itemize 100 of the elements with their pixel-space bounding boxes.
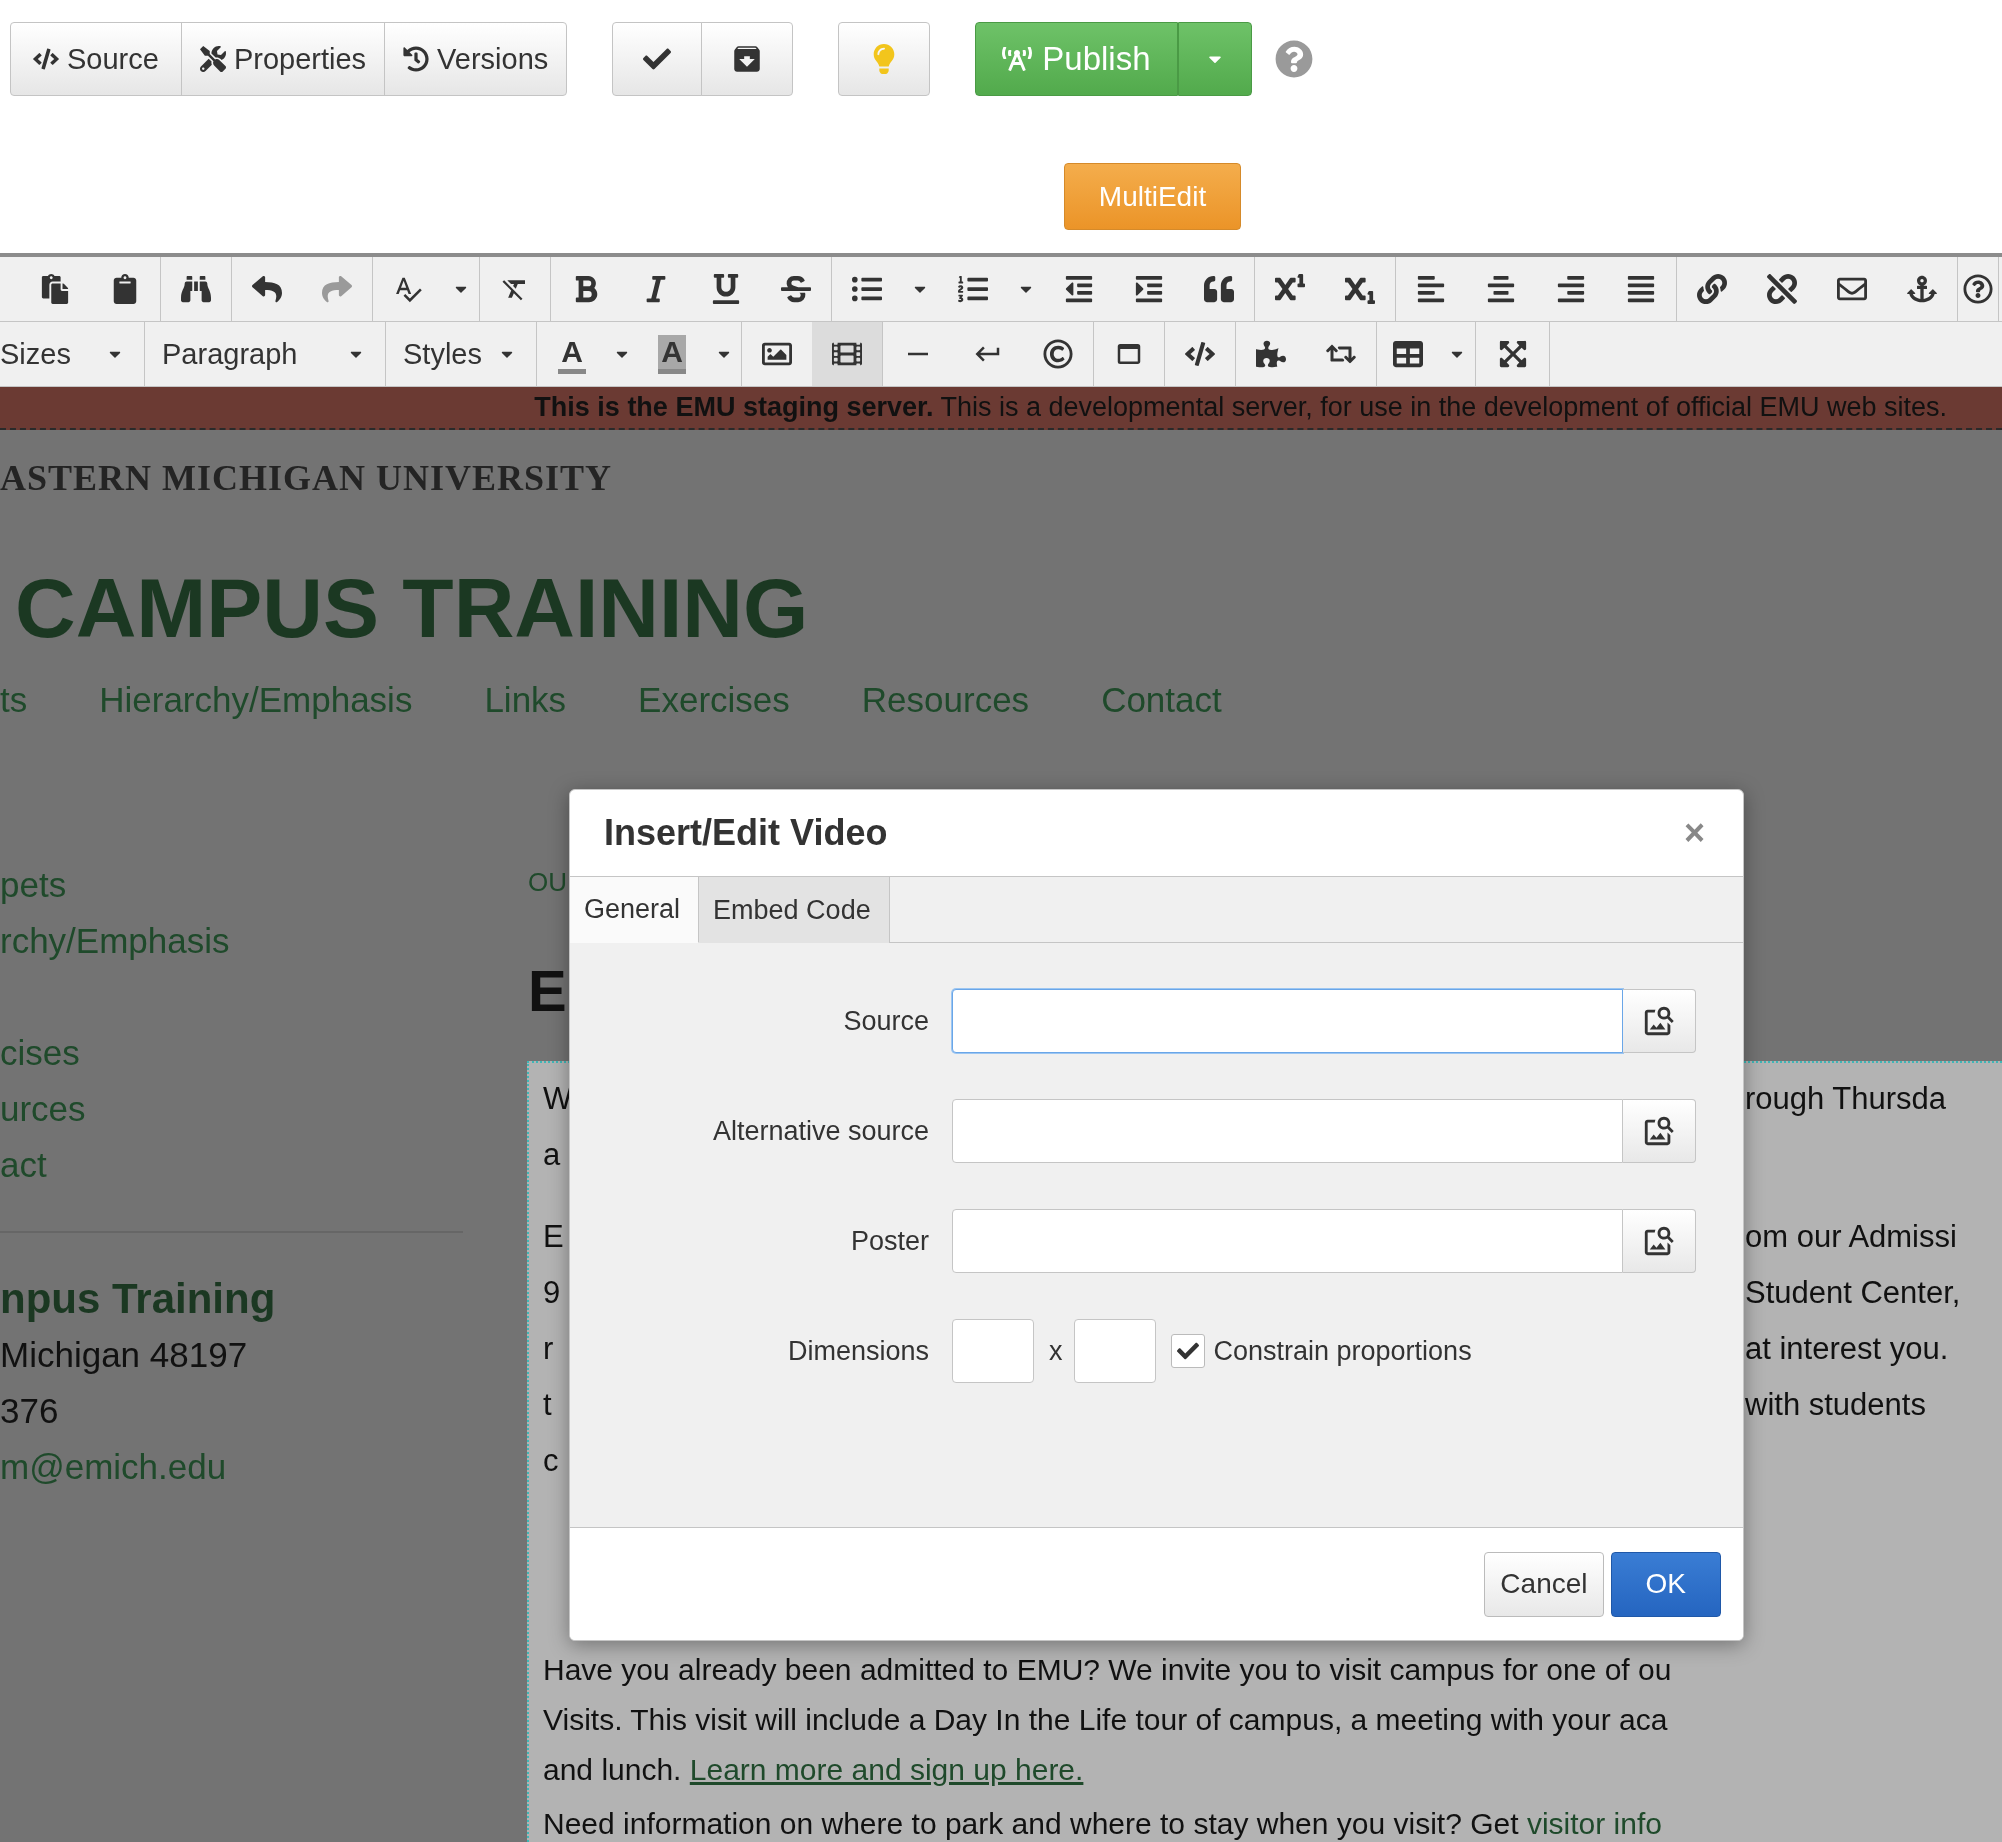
paste-icon[interactable] bbox=[40, 274, 70, 304]
properties-button[interactable]: Properties bbox=[180, 22, 386, 96]
sidebar-link[interactable]: cises bbox=[0, 1025, 463, 1081]
publish-button[interactable]: Publish bbox=[975, 22, 1178, 96]
text-link[interactable]: Learn more and sign up here. bbox=[689, 1753, 1084, 1786]
anchor-icon[interactable] bbox=[1907, 274, 1937, 304]
sidebar-link[interactable]: act bbox=[0, 1137, 463, 1193]
puzzle-icon[interactable] bbox=[1256, 339, 1286, 369]
justify-icon[interactable] bbox=[1626, 274, 1656, 304]
input-field[interactable] bbox=[952, 989, 1623, 1053]
checkbox[interactable] bbox=[1170, 1334, 1205, 1368]
checkbox-label: Constrain proportions bbox=[1213, 1335, 1472, 1367]
staging-banner: This is the EMU staging server. This is a developmental server, for use in the development of official EMU web sites. bbox=[0, 387, 2002, 430]
nav-link[interactable]: Links bbox=[484, 680, 567, 720]
body-text: a bbox=[543, 1137, 561, 1173]
numbered-list-icon[interactable] bbox=[958, 274, 988, 304]
outdent-icon[interactable] bbox=[1064, 274, 1094, 304]
dialog-title: Insert/Edit Video bbox=[604, 812, 888, 854]
dialog-tab[interactable]: Embed Code bbox=[699, 877, 890, 943]
browse-button[interactable] bbox=[1623, 1209, 1696, 1273]
link-icon[interactable] bbox=[1697, 274, 1727, 304]
copyright-icon[interactable] bbox=[1043, 339, 1073, 369]
versions-button[interactable]: Versions bbox=[384, 22, 568, 96]
archive-button[interactable] bbox=[701, 22, 794, 96]
align-right-icon[interactable] bbox=[1556, 274, 1586, 304]
code-icon bbox=[33, 46, 59, 72]
address-line: 376 bbox=[0, 1390, 60, 1432]
nav-link[interactable]: Exercises bbox=[638, 680, 790, 720]
email-link[interactable]: m@emich.edu bbox=[0, 1439, 463, 1495]
contact-heading: npus Training bbox=[0, 1274, 277, 1324]
university-name: ASTERN MICHIGAN UNIVERSITY bbox=[0, 457, 614, 500]
image-search-icon bbox=[1642, 1224, 1676, 1258]
body-text: t bbox=[543, 1387, 552, 1423]
dialog-tab[interactable]: General bbox=[570, 877, 700, 943]
text-link[interactable]: visitor info bbox=[1526, 1807, 1662, 1840]
browse-button[interactable] bbox=[1623, 1099, 1696, 1163]
image-search-icon bbox=[1642, 1004, 1676, 1038]
underline-icon[interactable] bbox=[711, 274, 741, 304]
help-icon[interactable] bbox=[1963, 274, 1993, 304]
nav-link[interactable]: ts bbox=[0, 680, 28, 720]
body-text: Need information on where to park and where to stay when you visit? Get visitor info bbox=[543, 1806, 1662, 1842]
field-label: Poster bbox=[850, 1225, 929, 1257]
body-text: Have you already been admitted to EMU? We invite you to visit campus for one of ou bbox=[543, 1652, 1672, 1688]
bullet-list-icon[interactable] bbox=[852, 274, 882, 304]
history-icon bbox=[403, 46, 430, 72]
image-search-icon bbox=[1642, 1114, 1676, 1148]
body-text: and lunch. Learn more and sign up here. bbox=[543, 1752, 1084, 1788]
nav-link[interactable]: Hierarchy/Emphasis bbox=[99, 680, 413, 720]
body-text: Visits. This visit will include a Day In the Life tour of campus, a meeting with your aca bbox=[543, 1702, 1668, 1738]
text-color-button[interactable]: A bbox=[537, 322, 607, 386]
align-center-icon[interactable] bbox=[1486, 274, 1516, 304]
undo-icon[interactable] bbox=[252, 274, 282, 304]
approve-button[interactable] bbox=[612, 22, 703, 96]
width-field[interactable] bbox=[952, 1319, 1034, 1383]
video-button[interactable] bbox=[812, 322, 882, 386]
times-sign: x bbox=[1049, 1335, 1063, 1367]
background-color-button[interactable]: A bbox=[637, 322, 707, 386]
site-title: CAMPUS TRAINING bbox=[14, 560, 810, 657]
body-text: at interest you. bbox=[1745, 1331, 1949, 1367]
format-dropdown[interactable]: Sizes bbox=[0, 322, 145, 386]
format-dropdown[interactable]: Paragraph bbox=[145, 322, 386, 386]
nav-link[interactable]: Contact bbox=[1101, 680, 1222, 720]
quote-icon[interactable] bbox=[1204, 274, 1234, 304]
multiedit-button[interactable]: MultiEdit bbox=[1064, 163, 1241, 230]
indent-icon[interactable] bbox=[1134, 274, 1164, 304]
check-icon bbox=[1176, 1340, 1199, 1362]
align-left-icon[interactable] bbox=[1416, 274, 1446, 304]
address-line: Michigan 48197 bbox=[0, 1334, 249, 1376]
source-button[interactable]: Source bbox=[10, 22, 182, 96]
body-text: E bbox=[543, 1219, 564, 1255]
binoculars-icon[interactable] bbox=[181, 274, 211, 304]
cancel-button[interactable]: Cancel bbox=[1484, 1551, 1604, 1617]
input-field[interactable] bbox=[952, 1209, 1623, 1273]
close-button[interactable]: × bbox=[1679, 813, 1709, 853]
strikethrough-icon[interactable] bbox=[781, 274, 811, 304]
height-field[interactable] bbox=[1073, 1319, 1156, 1383]
body-text: c bbox=[543, 1443, 559, 1479]
field-label: Source bbox=[843, 1005, 929, 1037]
format-dropdown[interactable]: Styles bbox=[386, 322, 537, 386]
body-text: 9 bbox=[543, 1275, 561, 1311]
body-text: rough Thursda bbox=[1745, 1081, 1947, 1117]
browse-button[interactable] bbox=[1623, 989, 1696, 1053]
tools-icon bbox=[199, 46, 226, 72]
ok-button[interactable]: OK bbox=[1610, 1551, 1721, 1617]
broadcast-tower-icon bbox=[1002, 44, 1033, 74]
unlink-icon[interactable] bbox=[1767, 274, 1797, 304]
sidebar-link[interactable]: pets bbox=[0, 857, 463, 913]
eyebrow-text: OU bbox=[527, 866, 567, 899]
body-text: om our Admissi bbox=[1745, 1219, 1957, 1255]
code-icon[interactable] bbox=[1185, 339, 1215, 369]
body-text: Student Center, bbox=[1745, 1275, 1961, 1311]
input-field[interactable] bbox=[952, 1099, 1623, 1163]
field-label: Dimensions bbox=[787, 1335, 929, 1367]
body-text: with students bbox=[1745, 1387, 1926, 1423]
sidebar-link[interactable]: rchy/Emphasis bbox=[0, 913, 463, 969]
table-icon[interactable] bbox=[1393, 339, 1423, 369]
page-heading: E bbox=[527, 957, 567, 1025]
fullscreen-icon[interactable] bbox=[1497, 339, 1528, 369]
nav-link[interactable]: Resources bbox=[861, 680, 1030, 720]
sidebar-link[interactable]: urces bbox=[0, 1081, 463, 1137]
